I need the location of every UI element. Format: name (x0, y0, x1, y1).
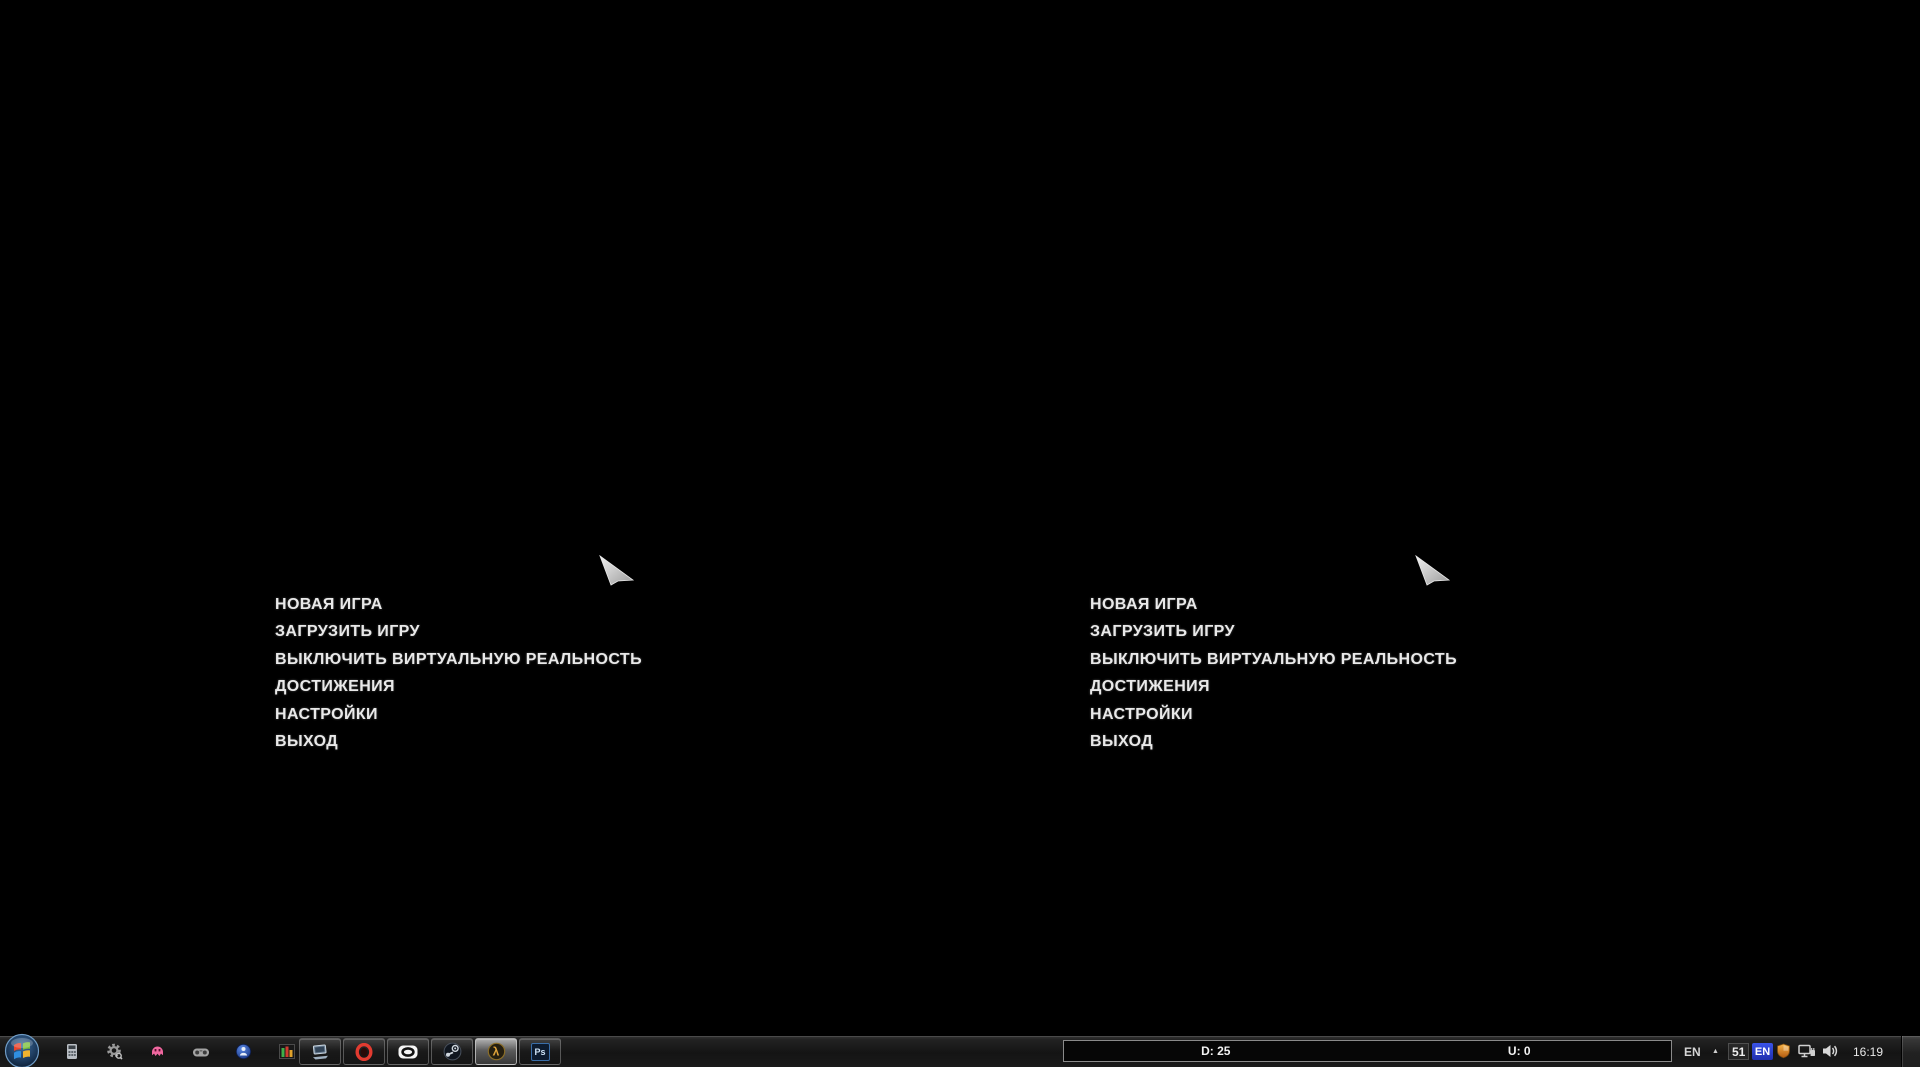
lambda-glyph: λ (492, 1045, 499, 1059)
taskbar: λ Ps D: 25 U: 0 EN ▲ 51 EN 16:19 (0, 1033, 1920, 1067)
menu-item-disable-vr[interactable]: ВЫКЛЮЧИТЬ ВИРТУАЛЬНУЮ РЕАЛЬНОСТЬ (1090, 646, 1457, 673)
calculator-icon[interactable] (50, 1036, 93, 1067)
half-life-app-button[interactable]: λ (475, 1038, 517, 1065)
show-hidden-icons-button[interactable]: ▲ (1712, 1036, 1719, 1067)
mouse-cursor-icon (599, 555, 635, 586)
taskbar-clock[interactable]: 16:19 (1845, 1036, 1891, 1067)
quick-launch-area (50, 1036, 308, 1067)
taskbar-app-buttons: λ Ps (299, 1038, 561, 1065)
steam-app-button[interactable] (431, 1038, 473, 1065)
language-bar[interactable]: EN (1684, 1036, 1701, 1067)
security-shield-icon[interactable] (1775, 1043, 1792, 1060)
download-speed-readout: D: 25 (1201, 1044, 1231, 1058)
photoshop-app-button[interactable]: Ps (519, 1038, 561, 1065)
menu-item-achievements[interactable]: ДОСТИЖЕНИЯ (1090, 673, 1457, 700)
menu-item-settings[interactable]: НАСТРОЙКИ (275, 701, 642, 728)
menu-item-settings[interactable]: НАСТРОЙКИ (1090, 701, 1457, 728)
show-desktop-button[interactable] (1901, 1036, 1920, 1067)
tray-counter-badge[interactable]: 51 (1728, 1043, 1750, 1060)
pink-creature-icon[interactable] (136, 1036, 179, 1067)
laptop-app-button[interactable] (299, 1038, 341, 1065)
gamepad-icon[interactable] (179, 1036, 222, 1067)
gear-icon[interactable] (93, 1036, 136, 1067)
network-traffic-toolbar[interactable]: D: 25 U: 0 (1063, 1040, 1672, 1062)
menu-item-disable-vr[interactable]: ВЫКЛЮЧИТЬ ВИРТУАЛЬНУЮ РЕАЛЬНОСТЬ (275, 646, 642, 673)
menu-item-load-game[interactable]: ЗАГРУЗИТЬ ИГРУ (1090, 618, 1457, 645)
upload-speed-readout: U: 0 (1507, 1044, 1531, 1058)
menu-item-exit[interactable]: ВЫХОД (275, 728, 642, 755)
menu-item-new-game[interactable]: НОВАЯ ИГРА (275, 591, 642, 618)
menu-item-load-game[interactable]: ЗАГРУЗИТЬ ИГРУ (275, 618, 642, 645)
photoshop-icon: Ps (530, 1042, 550, 1061)
oculus-app-button[interactable] (387, 1038, 429, 1065)
language-indicator-badge[interactable]: EN (1752, 1043, 1773, 1060)
network-icon[interactable] (1798, 1043, 1816, 1059)
game-menu-left: НОВАЯ ИГРА ЗАГРУЗИТЬ ИГРУ ВЫКЛЮЧИТЬ ВИРТ… (275, 591, 642, 755)
menu-item-new-game[interactable]: НОВАЯ ИГРА (1090, 591, 1457, 618)
game-menu-right: НОВАЯ ИГРА ЗАГРУЗИТЬ ИГРУ ВЫКЛЮЧИТЬ ВИРТ… (1090, 591, 1457, 755)
opera-app-button[interactable] (343, 1038, 385, 1065)
mouse-cursor-icon (1415, 555, 1451, 586)
volume-icon[interactable] (1822, 1043, 1838, 1059)
blue-globe-icon[interactable] (222, 1036, 265, 1067)
menu-item-achievements[interactable]: ДОСТИЖЕНИЯ (275, 673, 642, 700)
photoshop-glyph: Ps (534, 1046, 546, 1057)
menu-item-exit[interactable]: ВЫХОД (1090, 728, 1457, 755)
start-button[interactable] (4, 1033, 40, 1067)
